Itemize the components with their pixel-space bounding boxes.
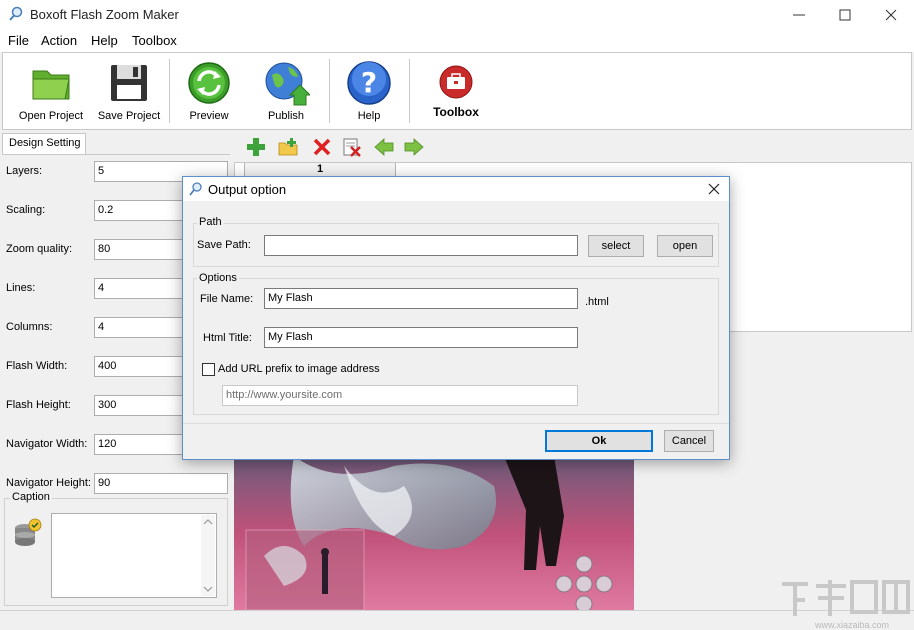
toolbar-separator: [329, 59, 330, 123]
layers-label: Layers:: [6, 165, 43, 177]
close-icon: [885, 9, 897, 21]
caption-label: Caption: [10, 491, 52, 503]
publish-button[interactable]: Publish: [251, 53, 321, 129]
url-prefix-input[interactable]: http://www.yoursite.com: [222, 385, 578, 406]
dialog-close-icon[interactable]: [707, 182, 721, 196]
html-title-input[interactable]: My Flash: [264, 327, 578, 348]
scaling-label: Scaling:: [6, 204, 46, 216]
scroll-up-icon: [203, 519, 213, 525]
svg-text:?: ?: [361, 66, 377, 99]
toolbox-icon: [439, 65, 473, 99]
help-question-icon: ?: [347, 61, 391, 105]
tab-design-setting[interactable]: Design Setting: [2, 133, 86, 155]
menu-file[interactable]: File: [8, 33, 29, 48]
add-folder-icon[interactable]: [278, 137, 298, 157]
help-label: Help: [357, 110, 381, 122]
arrow-left-icon[interactable]: [374, 137, 394, 157]
file-extension-label: .html: [585, 296, 609, 308]
dialog-title-bar: Output option: [183, 177, 729, 201]
delete-page-icon[interactable]: [342, 137, 362, 157]
window-title: Boxoft Flash Zoom Maker: [30, 7, 179, 22]
columns-label: Columns:: [6, 321, 53, 333]
flash-height-label: Flash Height:: [6, 399, 71, 411]
watermark-url: www.xiazaiba.com: [815, 620, 890, 630]
toolbar-separator: [409, 59, 410, 123]
flash-width-label: Flash Width:: [6, 360, 68, 372]
globe-publish-icon: [265, 62, 310, 106]
maximize-icon: [839, 9, 851, 21]
menu-bar: File Action Help Toolbox: [0, 30, 914, 52]
minimize-button[interactable]: [776, 0, 822, 30]
database-check-icon: [15, 518, 42, 546]
select-button[interactable]: select: [588, 235, 644, 257]
file-name-label: File Name:: [200, 293, 254, 305]
open-button[interactable]: open: [657, 235, 713, 257]
open-folder-icon: [32, 70, 70, 100]
dialog-title: Output option: [208, 182, 287, 197]
html-title-label: Html Title:: [203, 332, 252, 344]
delete-icon[interactable]: [312, 137, 332, 157]
refresh-preview-icon: [188, 62, 230, 104]
menu-help[interactable]: Help: [91, 33, 118, 48]
output-option-dialog: Output option Path Save Path: select ope…: [182, 176, 730, 460]
cancel-button[interactable]: Cancel: [664, 430, 714, 452]
open-project-label: Open Project: [18, 110, 84, 122]
title-bar: Boxoft Flash Zoom Maker: [0, 0, 914, 30]
preview-image: [234, 456, 634, 610]
main-toolbar: Open Project Save Project Preview Publis…: [2, 52, 912, 130]
toolbar-separator: [169, 59, 170, 123]
toolbox-label: Toolbox: [433, 105, 479, 119]
save-project-label: Save Project: [97, 110, 161, 122]
minimize-icon: [793, 14, 805, 16]
add-icon[interactable]: [246, 137, 266, 157]
save-path-input[interactable]: [264, 235, 578, 256]
caption-scrollbar[interactable]: [201, 515, 215, 596]
save-path-label: Save Path:: [197, 239, 251, 251]
floppy-disk-icon: [111, 65, 147, 101]
save-project-button[interactable]: Save Project: [91, 53, 167, 129]
navigator-height-input[interactable]: 90: [94, 473, 228, 494]
preview-label: Preview: [189, 110, 229, 122]
toolbox-button[interactable]: Toolbox: [419, 53, 493, 129]
menu-toolbox[interactable]: Toolbox: [132, 33, 177, 48]
dialog-magnifier-icon: [189, 182, 202, 196]
navigator-height-label: Navigator Height:: [6, 477, 91, 489]
options-group-label: Options: [197, 272, 239, 284]
preview-photo: [234, 456, 634, 610]
help-button[interactable]: ? Help: [337, 53, 401, 129]
layer-tab-1[interactable]: 1: [244, 163, 396, 177]
close-button[interactable]: [868, 0, 914, 30]
arrow-right-icon[interactable]: [404, 137, 424, 157]
open-project-button[interactable]: Open Project: [13, 53, 89, 129]
ok-button[interactable]: Ok: [545, 430, 653, 452]
navigator-width-label: Navigator Width:: [6, 438, 88, 450]
publish-label: Publish: [267, 110, 305, 122]
lines-label: Lines:: [6, 282, 36, 294]
url-prefix-checkbox[interactable]: [202, 363, 215, 376]
path-group-label: Path: [197, 216, 224, 228]
file-name-input[interactable]: My Flash: [264, 288, 578, 309]
preview-button[interactable]: Preview: [175, 53, 243, 129]
scroll-down-icon: [203, 586, 213, 592]
caption-textarea[interactable]: [51, 513, 217, 598]
menu-action[interactable]: Action: [41, 33, 77, 48]
maximize-button[interactable]: [822, 0, 868, 30]
status-bar: [0, 610, 914, 630]
app-magnifier-icon: [9, 6, 23, 21]
url-prefix-label: Add URL prefix to image address: [218, 363, 380, 375]
zoom-quality-label: Zoom quality:: [6, 243, 73, 255]
